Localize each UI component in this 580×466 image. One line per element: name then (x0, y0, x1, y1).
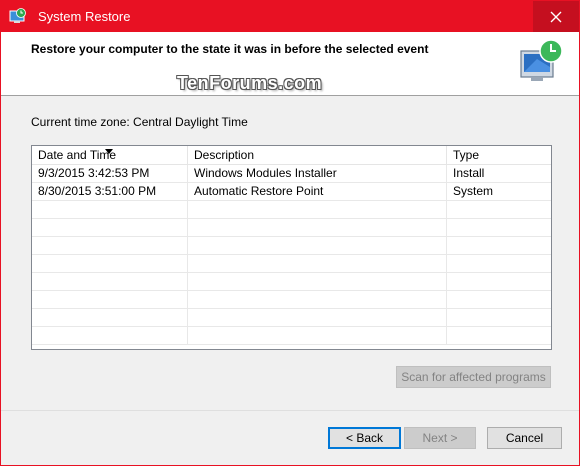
cell-description: Windows Modules Installer (188, 165, 447, 182)
timezone-label: Current time zone: Central Daylight Time (31, 115, 248, 129)
empty-row (32, 273, 551, 291)
list-header: Date and Time Description Type (32, 146, 551, 165)
empty-row (32, 201, 551, 219)
cell-type: Install (453, 166, 485, 180)
column-header-label: Description (194, 148, 255, 162)
next-button[interactable]: Next > (404, 427, 476, 449)
table-row[interactable]: 9/3/2015 3:42:53 PM Windows Modules Inst… (32, 165, 551, 183)
page-heading: Restore your computer to the state it wa… (31, 42, 429, 56)
empty-row (32, 291, 551, 309)
window-title: System Restore (38, 9, 131, 24)
watermark-text: TenForums.com (177, 73, 323, 93)
divider (1, 410, 579, 411)
table-row[interactable]: 8/30/2015 3:51:00 PM Automatic Restore P… (32, 183, 551, 201)
close-button[interactable] (533, 1, 579, 32)
empty-row (32, 255, 551, 273)
restore-points-list[interactable]: Date and Time Description Type 9/3/2015 … (31, 145, 552, 350)
column-header-type[interactable]: Type (447, 146, 551, 164)
empty-row (32, 219, 551, 237)
restore-computer-icon (517, 37, 567, 87)
empty-row (32, 237, 551, 255)
system-restore-icon (9, 8, 27, 26)
empty-row (32, 309, 551, 327)
column-header-description[interactable]: Description (188, 146, 447, 164)
cell-date: 8/30/2015 3:51:00 PM (32, 183, 188, 200)
cancel-button[interactable]: Cancel (487, 427, 562, 449)
column-header-label: Type (453, 148, 480, 162)
column-header-date[interactable]: Date and Time (32, 146, 188, 164)
cell-description: Automatic Restore Point (188, 183, 447, 200)
empty-row (32, 327, 551, 345)
wizard-header: Restore your computer to the state it wa… (1, 32, 579, 96)
title-bar[interactable]: System Restore (1, 1, 579, 32)
close-icon (550, 11, 562, 22)
back-button[interactable]: < Back (328, 427, 401, 449)
scan-affected-programs-button[interactable]: Scan for affected programs (396, 366, 551, 388)
cell-date: 9/3/2015 3:42:53 PM (32, 165, 188, 182)
sort-descending-icon (105, 149, 113, 154)
system-restore-window: System Restore Restore your computer to … (0, 0, 580, 466)
cell-type: System (453, 184, 494, 198)
